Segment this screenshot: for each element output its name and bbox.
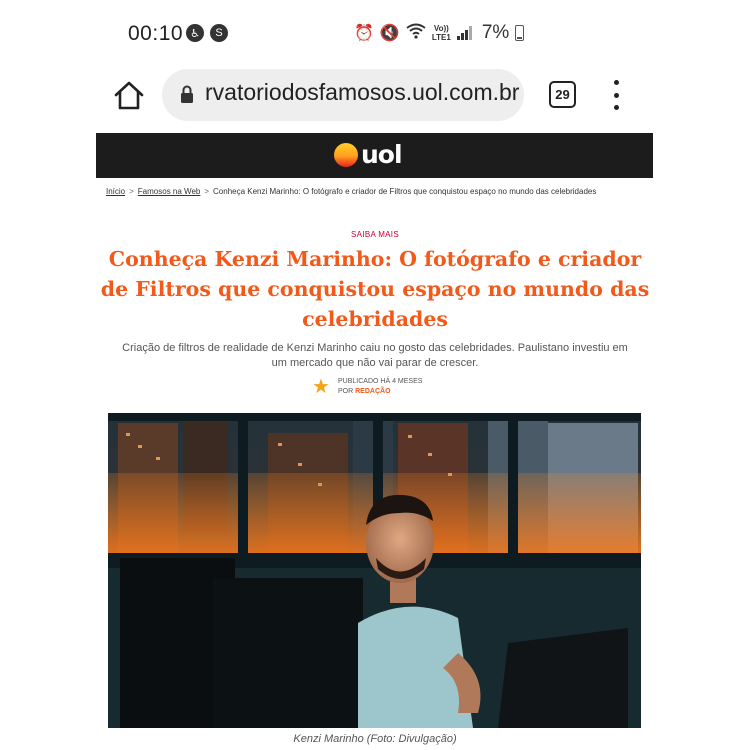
byline-author-line: POR REDAÇÃO [338,387,422,397]
accessibility-icon: ♿ [186,24,204,42]
home-button[interactable] [112,78,146,112]
uol-logo-text: uol [361,140,403,169]
menu-dot [613,80,619,85]
hero-photo-illustration [108,413,641,728]
lock-icon [181,85,193,103]
lte-label: LTE1 [431,33,451,42]
battery-icon [515,25,525,41]
byline-text: PUBLICADO HÁ 4 MESES POR REDAÇÃO [338,377,422,397]
article-byline: ★ PUBLICADO HÁ 4 MESES POR REDAÇÃO [312,377,422,397]
article-hero-image [108,413,641,728]
author-link[interactable]: REDAÇÃO [355,388,390,395]
tab-switcher-button[interactable]: 29 [549,81,576,108]
breadcrumb-separator: > [129,187,134,196]
alarm-icon: ⏰ [354,25,374,42]
wifi-icon [406,23,426,44]
status-left-icons: ♿ S [186,24,228,42]
site-header: uol [96,133,653,178]
url-text[interactable]: rvatoriodosfamosos.uol.com.br [205,79,519,106]
breadcrumb: Início > Famosos na Web > Conheça Kenzi Mari… [106,187,596,196]
battery-percent: 7% [481,22,510,43]
article-subtitle: Criação de filtros de realidade de Kenzi… [122,342,628,369]
author-avatar-star-icon: ★ [312,376,330,398]
article-kicker[interactable]: SAIBA MAIS [0,230,750,239]
breadcrumb-section-link[interactable]: Famosos na Web [138,187,201,196]
volte-label: Vo)) [433,24,449,33]
status-right-icons: ⏰ 🔇 Vo)) LTE1 7% [354,22,525,44]
overflow-menu-button[interactable] [610,80,622,110]
image-caption: Kenzi Marinho (Foto: Divulgação) [293,733,457,745]
browser-toolbar: rvatoriodosfamosos.uol.com.br 29 [0,66,750,124]
signal-icon [456,26,472,40]
breadcrumb-home-link[interactable]: Início [106,187,125,196]
volte-lte-icon: Vo)) LTE1 [432,24,451,42]
status-time: 00:10 [128,22,184,45]
uol-logo-icon [334,142,358,167]
uol-logo[interactable]: uol [334,140,403,169]
menu-dot [613,105,619,110]
menu-dot [613,92,619,98]
home-icon [114,81,144,110]
mute-icon: 🔇 [379,25,400,42]
article-headline: Conheça Kenzi Marinho: O fotógrafo e cri… [100,247,650,331]
published-date: PUBLICADO HÁ 4 MESES [338,378,423,385]
shazam-icon: S [210,24,228,42]
status-bar: 00:10 ♿ S ⏰ 🔇 Vo)) LTE1 7% [0,0,750,66]
breadcrumb-separator: > [204,187,210,196]
breadcrumb-current: Conheça Kenzi Marinho: O fotógrafo e cri… [213,187,597,196]
tab-count: 29 [555,87,570,102]
byline-prefix: POR [338,388,356,395]
